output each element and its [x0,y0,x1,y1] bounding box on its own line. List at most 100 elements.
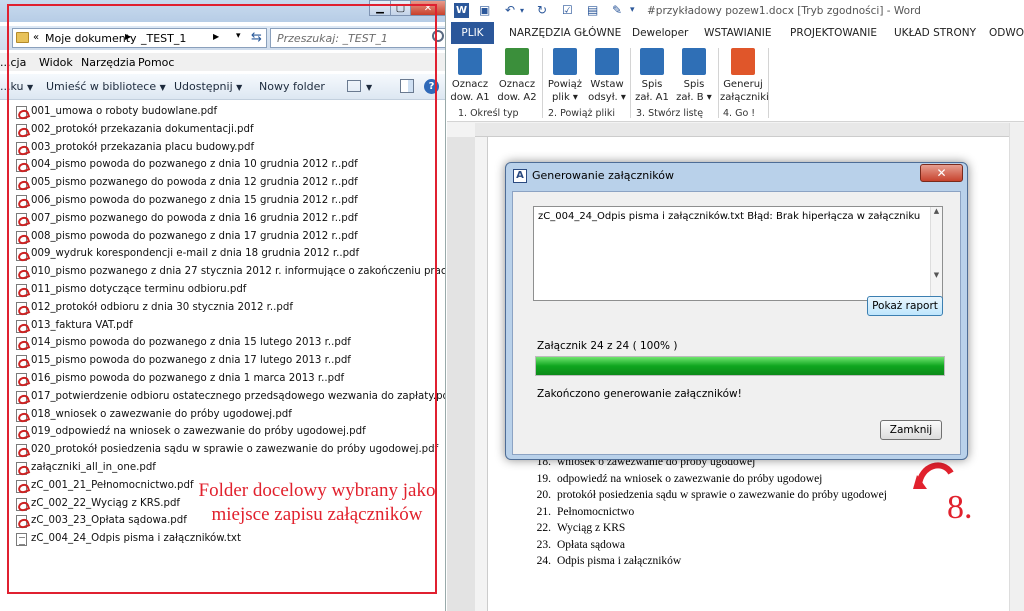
close-button[interactable]: Zamknij [880,420,942,440]
list-text: odpowiedź na wniosek o zawezwanie do pró… [557,472,823,485]
search-icon[interactable] [432,30,444,42]
horizontal-ruler[interactable] [475,123,1024,137]
file-row[interactable]: 001_umowa o roboty budowlane.pdf [16,104,441,122]
tab-file[interactable]: PLIK [451,22,494,44]
file-row[interactable]: 012_protokół odbioru z dnia 30 stycznia … [16,300,441,318]
generate-icon [731,48,755,75]
button-label: Wstaw [590,79,624,90]
button-label: Oznacz [498,79,536,90]
chevron-down-icon[interactable]: ▾ [520,6,524,15]
breadcrumb-arrow-icon[interactable]: ▶ [125,32,131,41]
view-options-icon[interactable] [347,80,361,92]
link-file-button[interactable]: Powiąż plik ▾ [544,48,586,104]
menu-item-help[interactable]: Pomoc [138,56,174,69]
new-folder-button[interactable]: Nowy folder [259,80,325,93]
address-bar[interactable]: « Moje dokumenty ▶ _TEST_1 ▶ ▾ ⇆ [12,28,267,48]
tab-layout[interactable]: UKŁAD STRONY [894,27,976,39]
curved-arrow-icon [913,462,954,489]
file-row[interactable]: 017_potwierdzenie odbioru ostatecznego p… [16,389,445,407]
button-label: dow. A1 [450,92,490,103]
file-row[interactable]: 008_pismo powoda do pozwanego z dnia 17 … [16,229,441,247]
list-text: protokół posiedzenia sądu w sprawie o za… [557,489,887,501]
breadcrumb-arrow-icon[interactable]: ▶ [213,32,219,41]
file-row[interactable]: 002_protokół przekazania dokumentacji.pd… [16,122,441,140]
generate-attachments-button[interactable]: Generuj załączniki [720,48,769,104]
close-icon[interactable]: ✕ [920,164,963,182]
file-row[interactable]: 010_pismo pozwanego z dnia 27 stycznia 2… [16,264,445,282]
checkbox-icon[interactable]: ☑ [562,3,573,17]
menu-item-tools[interactable]: Narzędzia [81,56,136,69]
file-row[interactable]: 013_faktura VAT.pdf [16,318,441,336]
file-row[interactable]: 020_protokół posiedzenia sądu w sprawie … [16,442,441,460]
mark-icon [458,48,482,75]
insert-reference-button[interactable]: Wstaw odsył. ▾ [586,48,628,104]
breadcrumb-segment[interactable]: Moje dokumenty [45,32,137,45]
vertical-scrollbar[interactable] [1009,123,1024,611]
refresh-icon[interactable]: ⇆ [251,30,262,45]
file-row[interactable]: 004_pismo powoda do pozwanego z dnia 10 … [16,157,441,175]
chevron-down-icon[interactable]: ▾ [236,31,241,41]
file-row[interactable]: 009_wydruk korespondencji e-mail z dnia … [16,246,441,264]
tab-insert[interactable]: WSTAWIANIE [704,27,772,39]
vertical-ruler[interactable] [447,137,475,611]
format-painter-icon[interactable]: ✎ [612,3,622,17]
button-label: Powiąż [547,79,583,90]
chevron-down-icon[interactable]: ▼ [366,80,372,93]
log-scrollbar[interactable]: ▲ ▼ [930,207,942,300]
share-label: Udostępnij [174,80,233,93]
save-icon[interactable]: ▣ [479,3,490,17]
undo-icon[interactable]: ↶ [505,3,515,17]
dialog-titlebar[interactable]: A Generowanie załączników ✕ [506,163,967,187]
file-row[interactable]: 006_pismo powoda do pozwanego z dnia 15 … [16,193,441,211]
group-label: 2. Powiąż pliki [548,108,615,119]
file-row[interactable]: 011_pismo dotyczące terminu odbioru.pdf [16,282,441,300]
close-icon[interactable]: ✕ [410,0,445,16]
command-bar: ...ku ▼ Umieść w bibliotece ▼ Udostępnij… [0,74,445,100]
help-icon[interactable]: ? [424,79,439,94]
preview-pane-icon[interactable] [400,79,414,93]
file-row[interactable]: 007_pismo pozwanego do powoda z dnia 16 … [16,211,441,229]
share-button[interactable]: Udostępnij ▼ [174,80,242,93]
button-label: zał. B ▾ [676,92,712,103]
log-line: zC_004_24_Odpis pisma i załączników.txt … [538,211,921,222]
tab-references[interactable]: ODWO [989,27,1024,39]
file-row[interactable]: załączniki_all_in_one.pdf [16,460,441,478]
show-report-button[interactable]: Pokaż raport [867,296,943,316]
print-preview-icon[interactable]: ▤ [587,3,598,17]
tab-developer[interactable]: Deweloper [632,27,688,39]
menu-item-edit[interactable]: ...cja [0,56,26,69]
tab-design[interactable]: PROJEKTOWANIE [790,27,877,39]
minimize-icon[interactable]: ▁ [369,0,391,16]
mark-doc-a1-button[interactable]: Oznacz dow. A1 [449,48,491,104]
redo-icon[interactable]: ↻ [537,3,547,17]
pdf-file-icon [16,426,27,440]
mark-doc-a2-button[interactable]: Oznacz dow. A2 [496,48,538,104]
pdf-file-icon [16,355,27,369]
organize-button[interactable]: ...ku ▼ [0,80,33,93]
menu-item-view[interactable]: Widok [39,56,73,69]
file-row[interactable]: 003_protokół przekazania placu budowy.pd… [16,140,441,158]
list-number: 21. [536,505,551,518]
file-row[interactable]: 005_pismo pozwanego do powoda z dnia 12 … [16,175,441,193]
breadcrumb-segment[interactable]: _TEST_1 [141,32,186,45]
file-row[interactable]: 014_pismo powoda do pozwanego z dnia 15 … [16,335,441,353]
file-name: zC_004_24_Odpis pisma i załączników.txt [31,533,241,545]
search-input[interactable]: Przeszukaj: _TEST_1 [270,28,445,48]
tab-home[interactable]: NARZĘDZIA GŁÓWNE [509,27,621,39]
maximize-icon[interactable]: ▢ [390,0,411,16]
file-row[interactable]: 018_wniosek o zawezwanie do próby ugodow… [16,407,441,425]
file-row[interactable]: 016_pismo powoda do pozwanego z dnia 1 m… [16,371,441,389]
list-a1-button[interactable]: Spis zał. A1 [631,48,673,104]
file-name: 018_wniosek o zawezwanie do próby ugodow… [31,408,292,420]
file-row[interactable]: 019_odpowiedź na wniosek o zawezwanie do… [16,424,441,442]
group-label: 3. Stwórz listę [636,108,704,119]
history-chevron-icon[interactable]: « [33,32,39,43]
customize-qat-icon[interactable]: ▾ [630,5,635,15]
list-b-button[interactable]: Spis zał. B ▾ [673,48,715,104]
include-in-library-button[interactable]: Umieść w bibliotece ▼ [46,80,166,93]
list-number: 19. [536,472,551,485]
file-row[interactable]: zC_004_24_Odpis pisma i załączników.txt [16,531,441,549]
log-textbox[interactable]: zC_004_24_Odpis pisma i załączników.txt … [533,206,943,301]
file-row[interactable]: 015_pismo powoda do pozwanego z dnia 17 … [16,353,441,371]
explorer-titlebar[interactable]: ▁ ▢ ✕ [0,0,445,22]
